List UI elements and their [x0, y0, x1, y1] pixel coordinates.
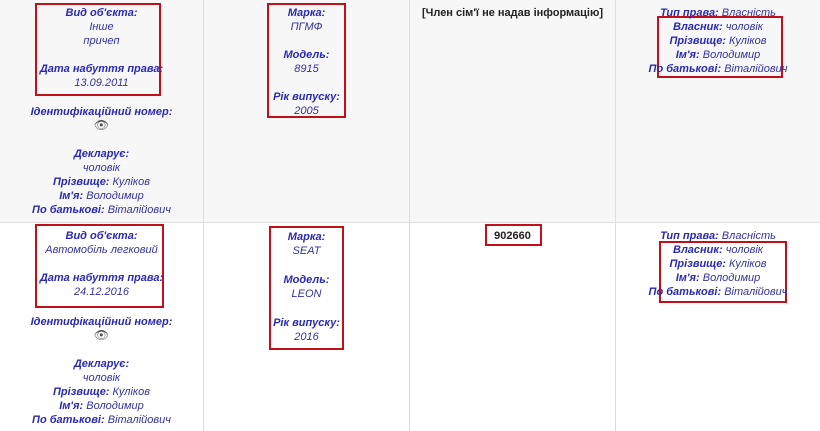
date-label: Дата набуття права:	[39, 63, 164, 75]
owner-surname-label: Прізвище:	[669, 35, 726, 47]
vehicle-cell: Марка: SEAT Модель: LEON Рік випуску: 20…	[204, 223, 410, 431]
year-value: 2005	[294, 105, 319, 117]
surname-label: Прізвище:	[53, 176, 110, 188]
owner-value: чоловік	[725, 244, 763, 256]
owner-patronymic-label: По батькові:	[648, 286, 722, 298]
patronymic-value: Віталійович	[107, 414, 171, 426]
owner-name-label: Ім'я:	[675, 49, 700, 61]
surname-label: Прізвище:	[53, 386, 110, 398]
table-row: Вид об'єкта: Інше причеп Дата набуття пр…	[0, 0, 820, 223]
object-type-value: Інше	[89, 21, 114, 33]
object-type-label: Вид об'єкта:	[65, 7, 138, 19]
object-type-label: Вид об'єкта:	[65, 230, 138, 242]
patronymic-label: По батькові:	[32, 204, 105, 216]
brand-value: SEAT	[292, 245, 321, 257]
patronymic-label: По батькові:	[32, 414, 105, 426]
name-label: Ім'я:	[59, 190, 84, 202]
model-value: LEON	[291, 288, 322, 300]
cost-value: 902660	[494, 230, 531, 242]
owner-label: Власник:	[673, 244, 723, 256]
owner-patronymic-label: По батькові:	[648, 63, 722, 75]
name-value: Володимир	[86, 190, 144, 202]
year-label: Рік випуску:	[273, 91, 340, 103]
owner-value: чоловік	[725, 21, 763, 33]
model-value: 8915	[294, 63, 319, 75]
eye-hidden-icon[interactable]: 👁︎	[94, 328, 109, 342]
brand-value: ПГМФ	[290, 21, 323, 33]
year-value: 2016	[294, 331, 319, 343]
object-type-subvalue: причеп	[83, 35, 120, 47]
date-label: Дата набуття права:	[39, 272, 164, 284]
table-row: Вид об'єкта: Автомобіль легковий Дата на…	[0, 223, 820, 431]
owner-patronymic-value: Віталійович	[724, 63, 788, 75]
year-label: Рік випуску:	[273, 317, 340, 329]
object-cell: Вид об'єкта: Інше причеп Дата набуття пр…	[0, 0, 204, 222]
owner-surname-value: Куліков	[729, 258, 767, 270]
date-value: 24.12.2016	[73, 286, 130, 298]
owner-surname-value: Куліков	[729, 35, 767, 47]
owner-label: Власник:	[673, 21, 723, 33]
right-type-label: Тип права:	[660, 7, 719, 19]
name-label: Ім'я:	[59, 400, 84, 412]
owner-name-value: Володимир	[702, 272, 761, 284]
cost-cell: [Член сім'ї не надав інформацію]	[410, 0, 616, 222]
id-number-label: Ідентифікаційний номер:	[30, 316, 173, 328]
right-cell: Тип права: Власність Власник: чоловік Пр…	[616, 223, 820, 431]
object-type-value: Автомобіль легковий	[45, 244, 158, 256]
right-type-value: Власність	[721, 230, 776, 242]
eye-hidden-icon[interactable]: 👁︎	[94, 118, 109, 132]
surname-value: Куліков	[112, 386, 150, 398]
patronymic-value: Віталійович	[107, 204, 171, 216]
no-info-note: [Член сім'ї не надав інформацію]	[421, 7, 604, 19]
declarant-label: Декларує:	[73, 148, 130, 160]
model-label: Модель:	[283, 274, 330, 286]
declarant-value: чоловік	[82, 372, 121, 384]
owner-name-label: Ім'я:	[675, 272, 700, 284]
owner-surname-label: Прізвище:	[669, 258, 726, 270]
declarant-value: чоловік	[82, 162, 121, 174]
brand-label: Марка:	[287, 231, 326, 243]
id-number-label: Ідентифікаційний номер:	[30, 106, 173, 118]
surname-value: Куліков	[112, 176, 150, 188]
right-cell: Тип права: Власність Власник: чоловік Пр…	[616, 0, 820, 222]
object-cell: Вид об'єкта: Автомобіль легковий Дата на…	[0, 223, 204, 431]
owner-name-value: Володимир	[702, 49, 761, 61]
right-type-value: Власність	[721, 7, 776, 19]
right-type-label: Тип права:	[660, 230, 719, 242]
cost-cell: 902660	[410, 223, 616, 431]
date-value: 13.09.2011	[74, 77, 129, 89]
vehicle-cell: Марка: ПГМФ Модель: 8915 Рік випуску: 20…	[204, 0, 410, 222]
model-label: Модель:	[283, 49, 330, 61]
name-value: Володимир	[86, 400, 144, 412]
brand-label: Марка:	[287, 7, 326, 19]
owner-patronymic-value: Віталійович	[724, 286, 788, 298]
declarant-label: Декларує:	[73, 358, 130, 370]
